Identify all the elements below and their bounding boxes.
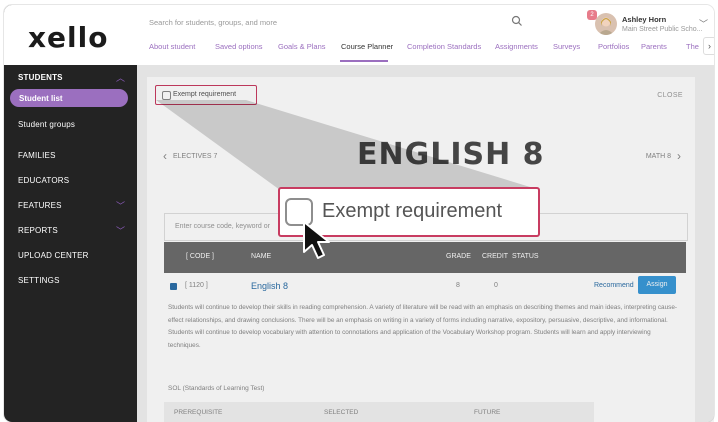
zoom-label: Exempt requirement (322, 200, 503, 222)
cursor-icon (303, 221, 330, 259)
